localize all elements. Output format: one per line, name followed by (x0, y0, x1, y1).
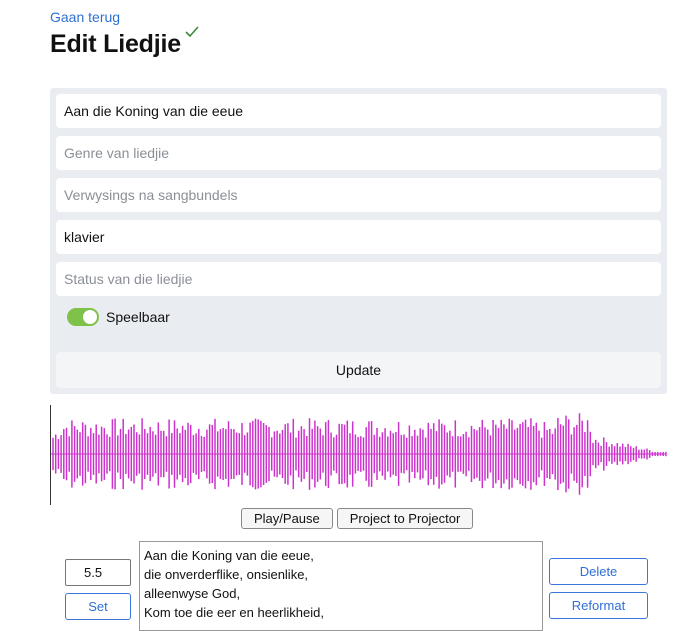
playable-row: Speelbaar (56, 302, 661, 332)
title-row: Edit Liedjie (50, 26, 199, 59)
references-field[interactable] (56, 178, 661, 212)
delete-button[interactable]: Delete (549, 558, 648, 585)
reformat-button[interactable]: Reformat (549, 592, 648, 619)
lyrics-textarea[interactable]: Aan die Koning van die eeue, die onverde… (139, 541, 543, 631)
audio-waveform[interactable] (50, 401, 668, 507)
playable-toggle[interactable] (67, 308, 99, 326)
timestamp-input[interactable] (65, 559, 131, 586)
set-button[interactable]: Set (65, 593, 131, 620)
player-controls: Play/Pause Project to Projector (241, 508, 474, 529)
checkmark-icon (185, 25, 199, 43)
page-title: Edit Liedjie (50, 30, 181, 58)
update-button[interactable]: Update (56, 352, 661, 388)
play-pause-button[interactable]: Play/Pause (241, 508, 333, 529)
project-button[interactable]: Project to Projector (336, 508, 474, 529)
instrument-field[interactable] (56, 220, 661, 254)
playable-label: Speelbaar (106, 309, 170, 325)
song-form: Speelbaar Update (50, 88, 667, 394)
title-field[interactable] (56, 94, 661, 128)
status-field[interactable] (56, 262, 661, 296)
back-link[interactable]: Gaan terug (50, 9, 120, 25)
genre-field[interactable] (56, 136, 661, 170)
toggle-knob (83, 310, 97, 324)
